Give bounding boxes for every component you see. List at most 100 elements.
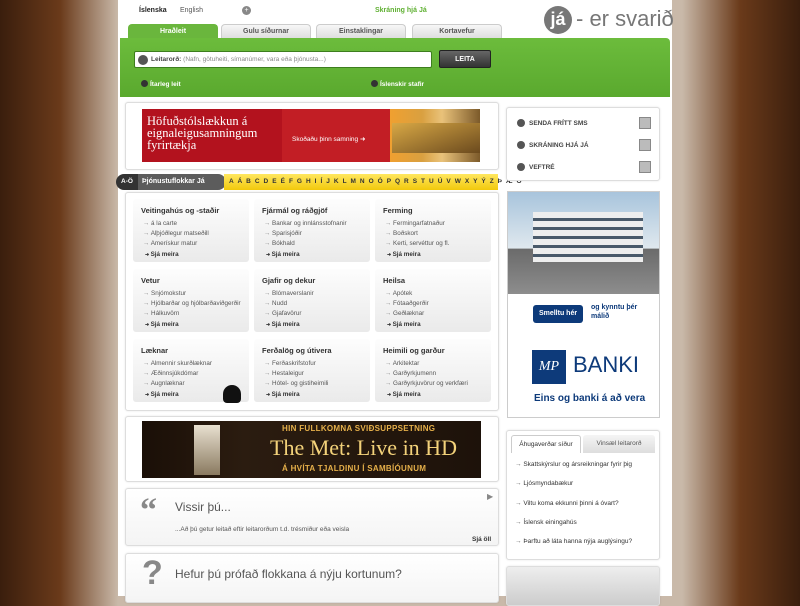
send-sms-link[interactable]: SENDA FRÍTT SMS [517,119,588,127]
category-title[interactable]: Fjármál og ráðgjöf [262,206,327,215]
category-title[interactable]: Gjafir og dekur [262,276,315,285]
category-card[interactable]: Fjármál og ráðgjöf Bankar og innlánsstof… [254,199,370,262]
category-item[interactable]: Snjómokstur [143,290,186,297]
ad-met-title: The Met: Live in HD [270,435,457,460]
category-item[interactable]: Boðskort [385,230,418,237]
register-ja-link[interactable]: SKRÁNING HJÁ JÁ [517,141,589,149]
category-title[interactable]: Veitingahús og -staðir [141,206,219,215]
ad-met-live[interactable]: HIN FULLKOMNA SVIÐSUPPSETNING The Met: L… [142,421,481,478]
category-item[interactable]: Apótek [385,290,413,297]
see-more-link[interactable]: Sjá meira [387,321,421,328]
category-card[interactable]: Ferðalög og útivera Ferðaskrifstofur Hes… [254,339,370,402]
ad-leasing[interactable]: Höfuðstólslækkun á eignaleigusamningum f… [142,109,480,162]
category-item[interactable]: Ferðaskrifstofur [264,360,316,367]
did-you-know-panel [125,488,499,546]
ad-met-bottom: Á HVÍTA TJALDINU Í SAMBÍÓUNUM [282,464,427,473]
category-title[interactable]: Vetur [141,276,160,285]
category-item[interactable]: Arkitektar [385,360,420,367]
icelandic-chars-link[interactable]: Íslenskir stafir [371,80,424,88]
search-button[interactable]: LEITA [439,50,491,68]
list-item[interactable]: Viltu koma ekkunni þinni á óvart? [515,500,618,507]
click-here-button[interactable]: Smelltu hér [533,305,583,323]
category-title[interactable]: Heilsa [383,276,405,285]
category-item[interactable]: Garðyrkjumenn [385,370,436,377]
category-title[interactable]: Heimili og garður [383,346,445,355]
list-item[interactable]: Skattskýrslur og ársreikningar fyrir þig [515,461,632,468]
category-item[interactable]: Fótaaðgerðir [385,300,429,307]
category-item[interactable]: Alþjóðlegur matseðill [143,230,209,237]
alphabet-letters[interactable]: A Á B C D E É F G H I Í J K L M N O Ó P … [224,174,522,190]
category-item[interactable]: Garðyrkjuvörur og verkfæri [385,380,468,387]
see-more-link[interactable]: Sjá meira [266,391,300,398]
category-item[interactable]: Augnlæknar [143,380,185,387]
category-item[interactable]: Almennir skurðlæknar [143,360,212,367]
see-more-link[interactable]: Sjá meira [145,391,179,398]
category-title[interactable]: Læknar [141,346,168,355]
list-item[interactable]: Þarftu að láta hanna nýja auglýsingu? [515,538,632,545]
category-item[interactable]: Æðinnsjúkdómar [143,370,198,377]
search-input[interactable]: Leitarorð: (Nafn, götuheiti, símanúmer, … [134,51,432,68]
category-item[interactable]: Bankar og innlánsstofnanir [264,220,347,227]
category-item[interactable]: Hótel- og gistiheimili [264,380,328,387]
category-item[interactable]: Amerískur matur [143,240,198,247]
bank-pitch: og kynntu þér málið [591,304,638,320]
category-card[interactable]: Vetur Snjómokstur Hjólbarðar og hjólbarð… [133,269,249,332]
category-item[interactable]: Hálkuvörn [143,310,179,317]
ad-leasing-button-label: Skoðaðu þinn samning [292,136,359,143]
ad-leasing-button[interactable]: Skoðaðu þinn samning ➜ [292,135,365,143]
see-all-link[interactable]: Sjá öll [472,536,491,543]
tab-quick-search[interactable]: Hraðleit [128,24,218,38]
tab-map[interactable]: Kortavefur [412,24,502,38]
category-card[interactable]: Veitingahús og -staðir á la carte Alþjóð… [133,199,249,262]
category-item[interactable]: Kerti, servéttur og fl. [385,240,449,247]
list-item[interactable]: Ljósmyndabækur [515,480,573,487]
see-more-link[interactable]: Sjá meira [266,251,300,258]
did-you-know-text: ...Að þú getur leitað eftir leitarorðum … [175,526,350,533]
see-more-link[interactable]: Sjá meira [145,321,179,328]
sitemap-link[interactable]: VEFTRÉ [517,163,555,171]
alphabet-bar: A-Ö Þjónustuflokkar Já A Á B C D E É F G… [116,174,522,190]
category-card[interactable]: Ferming Fermingarfatnaður Boðskort Kerti… [375,199,491,262]
category-item[interactable]: Hestaleigur [264,370,304,377]
search-icon [138,55,148,65]
plus-icon [141,80,148,87]
see-more-link[interactable]: Sjá meira [387,391,421,398]
lang-english[interactable]: English [180,7,203,14]
register-link[interactable]: Skráning hjá Já [375,7,427,14]
category-card[interactable]: Heimili og garður Arkitektar Garðyrkjume… [375,339,491,402]
tab-popular-searches[interactable]: Vinsæl leitarorð [583,435,655,453]
lang-icelandic[interactable]: Íslenska [139,7,167,14]
ja-logo[interactable]: já [544,6,572,34]
tab-interesting-pages[interactable]: Áhugaverðar síður [511,435,581,453]
tab-yellow-pages[interactable]: Gulu síðurnar [221,24,311,38]
category-item[interactable]: Blómaverslanir [264,290,314,297]
see-more-link[interactable]: Sjá meira [145,251,179,258]
category-title[interactable]: Ferming [383,206,413,215]
tab-individuals[interactable]: Einstaklingar [316,24,406,38]
category-item[interactable]: Sparisjóðir [264,230,302,237]
sitemap-icon [639,161,651,173]
list-item[interactable]: Íslensk einingahús [515,519,576,526]
category-card[interactable]: Gjafir og dekur Blómaverslanir Nudd Gjaf… [254,269,370,332]
send-sms-label: SENDA FRÍTT SMS [529,120,588,127]
category-item[interactable]: á la carte [143,220,177,227]
category-item[interactable]: Hjólbarðar og hjólbarðaviðgerðir [143,300,241,307]
quote-icon: “ [140,492,157,529]
ad-mp-bank[interactable]: Smelltu hér og kynntu þér málið MP BANKI… [507,191,660,418]
category-item[interactable]: Geðlæknar [385,310,424,317]
bank-name: BANKI [573,352,640,377]
advanced-search-link[interactable]: Ítarleg leit [141,80,181,88]
category-item[interactable]: Bókhald [264,240,295,247]
category-title[interactable]: Ferðalög og útivera [262,346,332,355]
see-more-link[interactable]: Sjá meira [387,251,421,258]
category-card[interactable]: Heilsa Apótek Fótaaðgerðir Geðlæknar Sjá… [375,269,491,332]
category-item[interactable]: Fermingarfatnaður [385,220,445,227]
category-item[interactable]: Nudd [264,300,287,307]
see-more-link[interactable]: Sjá meira [266,321,300,328]
category-item[interactable]: Gjafavörur [264,310,301,317]
next-arrow-icon[interactable]: ▶ [487,492,493,501]
add-icon[interactable]: + [242,6,251,15]
ad-met-top: HIN FULLKOMNA SVIÐSUPPSETNING [282,424,436,433]
bottom-right-ad[interactable] [506,566,660,606]
category-card[interactable]: Læknar Almennir skurðlæknar Æðinnsjúkdóm… [133,339,249,403]
